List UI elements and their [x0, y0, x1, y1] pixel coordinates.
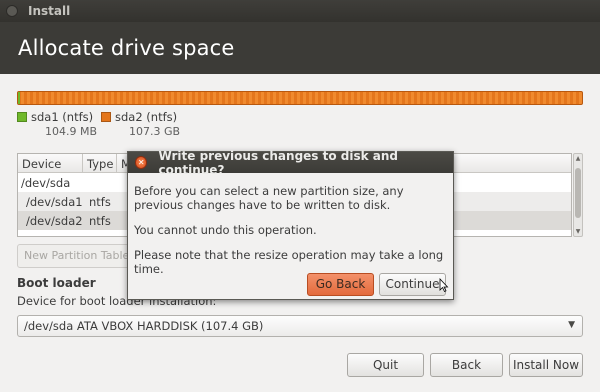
dialog-title: Write previous changes to disk and conti…: [158, 148, 399, 177]
mouse-pointer-icon: [439, 278, 449, 292]
dialog-message: You cannot undo this operation.: [134, 223, 317, 237]
continue-button[interactable]: Continue: [379, 273, 446, 296]
dialog-titlebar: ✕ Write previous changes to disk and con…: [128, 149, 453, 177]
modal-layer: ✕ Write previous changes to disk and con…: [0, 0, 600, 392]
dialog-message: Please note that the resize operation ma…: [134, 248, 444, 276]
dialog-message: Before you can select a new partition si…: [134, 184, 404, 212]
dialog-close-icon[interactable]: ✕: [135, 156, 148, 169]
confirm-write-dialog: ✕ Write previous changes to disk and con…: [127, 149, 454, 300]
dialog-body: Before you can select a new partition si…: [128, 173, 453, 276]
go-back-button[interactable]: Go Back: [307, 273, 374, 296]
